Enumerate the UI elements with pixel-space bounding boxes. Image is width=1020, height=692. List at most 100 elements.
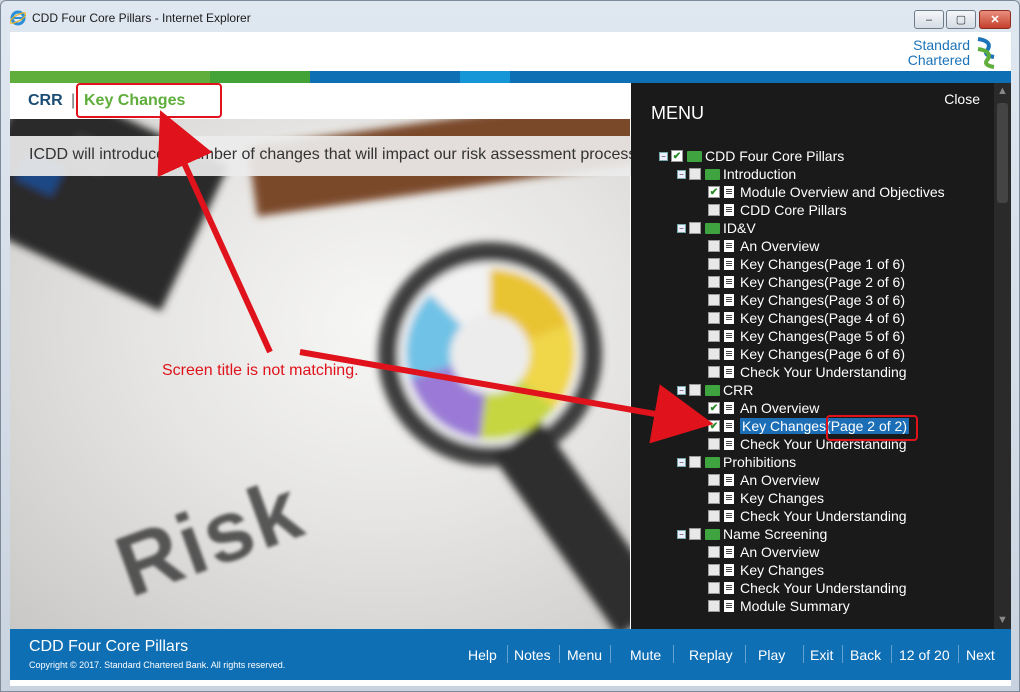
completion-checkbox[interactable] xyxy=(708,312,720,324)
menu-section[interactable]: − Prohibitions xyxy=(677,453,796,471)
menu-item[interactable]: An Overview xyxy=(695,471,819,489)
menu-item[interactable]: ✔ An Overview xyxy=(695,399,819,417)
menu-item[interactable]: Key Changes xyxy=(695,561,824,579)
completion-checkbox[interactable] xyxy=(689,222,701,234)
collapse-icon[interactable]: − xyxy=(677,457,686,467)
collapse-icon[interactable]: − xyxy=(677,169,686,179)
completion-checkbox[interactable] xyxy=(708,510,720,522)
menu-item[interactable]: An Overview xyxy=(695,543,819,561)
exit-button[interactable]: Exit xyxy=(810,647,833,663)
menu-close-button[interactable]: Close xyxy=(944,91,980,107)
folder-icon xyxy=(687,150,702,162)
menu-section[interactable]: − ID&V xyxy=(677,219,756,237)
menu-scrollbar[interactable]: ▲ ▼ xyxy=(994,83,1011,629)
nav-divider xyxy=(507,645,508,663)
completion-checkbox[interactable] xyxy=(708,330,720,342)
maximize-icon: ▢ xyxy=(955,14,967,26)
nav-divider xyxy=(842,645,843,663)
menu-item-label: Name Screening xyxy=(723,526,828,542)
completion-checkbox[interactable] xyxy=(708,366,720,378)
window-close-button[interactable]: ✕ xyxy=(979,10,1011,29)
completion-checkbox[interactable] xyxy=(708,276,720,288)
close-icon: ✕ xyxy=(990,14,1000,26)
back-button[interactable]: Back xyxy=(850,647,881,663)
play-button[interactable]: Play xyxy=(758,647,785,663)
completion-checkbox[interactable] xyxy=(708,204,720,216)
logo-line-1: Standard xyxy=(913,37,970,53)
completion-checkbox[interactable] xyxy=(689,168,701,180)
menu-section[interactable]: − CRR xyxy=(677,381,753,399)
menu-item[interactable]: Key Changes xyxy=(695,489,824,507)
collapse-icon[interactable]: − xyxy=(677,529,686,539)
completion-checkbox[interactable]: ✔ xyxy=(708,186,720,198)
completion-checkbox[interactable]: ✔ xyxy=(708,402,720,414)
menu-item[interactable]: Key Changes(Page 5 of 6) xyxy=(695,327,905,345)
menu-item[interactable]: Check Your Understanding xyxy=(695,363,907,381)
completion-checkbox[interactable] xyxy=(708,582,720,594)
next-button[interactable]: Next xyxy=(966,647,995,663)
folder-icon xyxy=(705,456,720,468)
menu-section[interactable]: − Name Screening xyxy=(677,525,827,543)
menu-item[interactable]: ✔ Module Overview and Objectives xyxy=(695,183,945,201)
mute-button[interactable]: Mute xyxy=(630,647,661,663)
menu-button[interactable]: Menu xyxy=(567,647,602,663)
logo-text: Standard Chartered xyxy=(903,38,970,68)
menu-item[interactable]: Key Changes(Page 6 of 6) xyxy=(695,345,905,363)
menu-item[interactable]: Key Changes(Page 1 of 6) xyxy=(695,255,905,273)
menu-item-label: CRR xyxy=(723,382,754,398)
completion-checkbox[interactable] xyxy=(708,240,720,252)
menu-item-label: An Overview xyxy=(740,238,820,254)
menu-item[interactable]: Check Your Understanding xyxy=(695,579,907,597)
menu-item[interactable]: CDD Core Pillars xyxy=(695,201,847,219)
completion-checkbox[interactable] xyxy=(689,456,701,468)
completion-checkbox[interactable] xyxy=(689,384,701,396)
menu-section[interactable]: − ✔ CDD Four Core Pillars xyxy=(659,147,844,165)
replay-button[interactable]: Replay xyxy=(689,647,733,663)
document-icon xyxy=(724,330,734,342)
menu-item-label: Key Changes xyxy=(740,490,825,506)
collapse-icon[interactable]: − xyxy=(659,151,668,161)
completion-checkbox[interactable]: ✔ xyxy=(671,150,683,162)
completion-checkbox[interactable] xyxy=(708,600,720,612)
completion-checkbox[interactable] xyxy=(689,528,701,540)
menu-item[interactable]: An Overview xyxy=(695,237,819,255)
completion-checkbox[interactable] xyxy=(708,564,720,576)
page-counter: 12 of 20 xyxy=(899,647,950,663)
document-icon xyxy=(724,492,734,504)
completion-checkbox[interactable] xyxy=(708,546,720,558)
document-icon xyxy=(724,294,734,306)
completion-checkbox[interactable] xyxy=(708,492,720,504)
nav-divider xyxy=(610,645,611,663)
nav-divider xyxy=(673,645,674,663)
menu-item-label: Check Your Understanding xyxy=(740,580,907,596)
document-icon xyxy=(724,564,734,576)
menu-item[interactable]: Check Your Understanding xyxy=(695,507,907,525)
menu-item[interactable]: Module Summary xyxy=(695,597,850,615)
document-icon xyxy=(724,312,734,324)
collapse-icon[interactable]: − xyxy=(677,385,686,395)
notes-button[interactable]: Notes xyxy=(514,647,551,663)
scroll-down-icon[interactable]: ▼ xyxy=(994,612,1011,629)
collapse-icon[interactable]: − xyxy=(677,223,686,233)
document-icon xyxy=(724,546,734,558)
menu-item[interactable]: Key Changes(Page 2 of 6) xyxy=(695,273,905,291)
scroll-up-icon[interactable]: ▲ xyxy=(994,83,1011,100)
menu-item-label: Key Changes(Page 3 of 6) xyxy=(740,292,905,308)
menu-item[interactable]: Key Changes(Page 3 of 6) xyxy=(695,291,905,309)
maximize-button[interactable]: ▢ xyxy=(946,10,976,29)
menu-item-label: An Overview xyxy=(740,472,820,488)
completion-checkbox[interactable] xyxy=(708,348,720,360)
document-icon xyxy=(724,600,734,612)
minimize-button[interactable]: – xyxy=(914,10,944,29)
completion-checkbox[interactable] xyxy=(708,438,720,450)
completion-checkbox[interactable] xyxy=(708,474,720,486)
completion-checkbox[interactable]: ✔ xyxy=(708,420,720,432)
help-button[interactable]: Help xyxy=(468,647,497,663)
completion-checkbox[interactable] xyxy=(708,294,720,306)
menu-section[interactable]: − Introduction xyxy=(677,165,796,183)
completion-checkbox[interactable] xyxy=(708,258,720,270)
menu-item[interactable]: Key Changes(Page 4 of 6) xyxy=(695,309,905,327)
menu-item-label: Check Your Understanding xyxy=(740,364,907,380)
scroll-thumb[interactable] xyxy=(997,103,1008,203)
course-title: CDD Four Core Pillars xyxy=(29,638,189,655)
